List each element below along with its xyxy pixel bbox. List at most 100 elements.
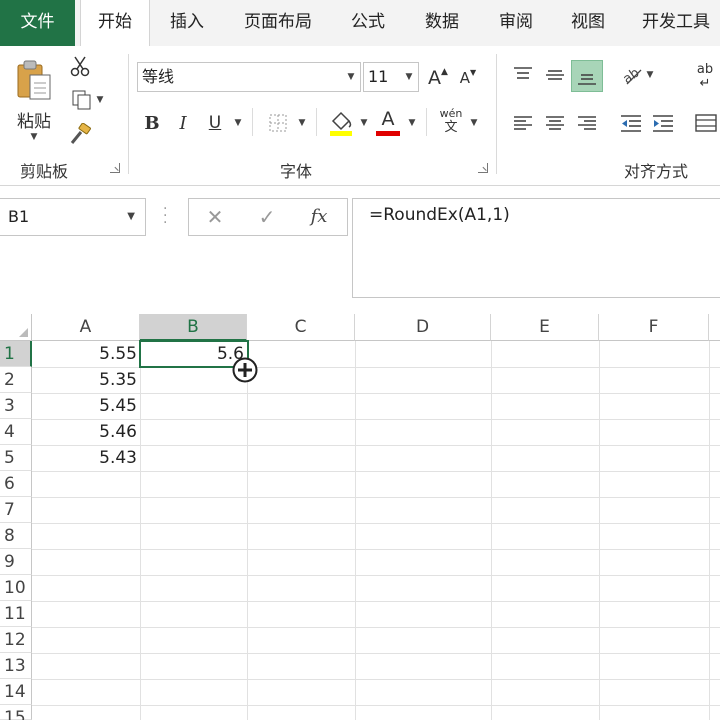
cell-a5[interactable]: 5.43 [32, 445, 140, 471]
increase-indent-icon [653, 115, 673, 132]
copy-button[interactable]: ▼ [64, 86, 110, 114]
format-painter-icon [70, 123, 91, 144]
increase-indent-button[interactable] [648, 108, 678, 138]
column-header-c[interactable]: C [247, 314, 355, 341]
phonetic-dropdown-icon[interactable]: ▼ [468, 108, 480, 138]
row-header-5[interactable]: 5 [0, 445, 32, 471]
clipboard-group-label: 剪贴板 [20, 162, 69, 181]
wrap-arrow-icon: ↵ [699, 76, 711, 91]
worksheet-grid: A B C D E F 1 2 3 4 5 6 7 8 9 10 11 12 1… [0, 314, 720, 720]
chevron-down-icon: ▼ [405, 72, 413, 82]
wrap-text-button[interactable]: ab ↵ [690, 60, 720, 94]
column-header-a[interactable]: A [32, 314, 140, 341]
font-size-value: 11 [368, 67, 389, 86]
paste-icon [17, 60, 51, 99]
phonetic-guide-button[interactable]: wén 文 [436, 104, 466, 140]
cancel-icon[interactable]: ✕ [197, 199, 233, 235]
gridline [32, 705, 720, 706]
row-header-8[interactable]: 8 [0, 523, 32, 549]
tab-view[interactable]: 视图 [558, 0, 618, 46]
name-box[interactable]: B1 ▼ [0, 198, 146, 236]
tab-insert[interactable]: 插入 [155, 0, 219, 46]
row-header-1[interactable]: 1 [0, 341, 32, 367]
clipboard-launcher-icon[interactable] [110, 163, 120, 173]
select-all-button[interactable] [0, 314, 32, 341]
tab-developer[interactable]: 开发工具 [632, 0, 720, 46]
font-color-dropdown-icon[interactable]: ▼ [406, 108, 418, 138]
bottom-align-button[interactable] [571, 60, 603, 92]
borders-button[interactable] [266, 108, 290, 138]
ribbon-tab-bar: 文件 开始 插入 页面布局 公式 数据 审阅 视图 开发工具 [0, 0, 720, 47]
tab-review[interactable]: 审阅 [486, 0, 546, 46]
decrease-font-button[interactable]: A ▼ [456, 64, 480, 92]
row-header-12[interactable]: 12 [0, 627, 32, 653]
font-group-label: 字体 [280, 162, 313, 181]
bold-button[interactable]: B [141, 108, 163, 138]
paste-button[interactable]: 粘贴 ▼ [10, 56, 58, 144]
column-header-g[interactable] [709, 314, 720, 341]
column-header-b[interactable]: B [140, 314, 247, 341]
merge-center-button[interactable] [692, 108, 720, 138]
italic-button[interactable]: I [172, 108, 194, 138]
borders-dropdown-icon[interactable]: ▼ [296, 108, 308, 138]
row-header-9[interactable]: 9 [0, 549, 32, 575]
row-header-13[interactable]: 13 [0, 653, 32, 679]
tab-formulas[interactable]: 公式 [338, 0, 398, 46]
column-header-d[interactable]: D [355, 314, 491, 341]
drag-handle-icon[interactable]: · · · [163, 202, 167, 230]
align-right-button[interactable] [572, 108, 602, 138]
row-header-7[interactable]: 7 [0, 497, 32, 523]
tab-home[interactable]: 开始 [80, 0, 150, 47]
align-center-icon [546, 116, 564, 130]
row-header-3[interactable]: 3 [0, 393, 32, 419]
tab-page-layout[interactable]: 页面布局 [232, 0, 324, 46]
row-header-14[interactable]: 14 [0, 679, 32, 705]
tab-data[interactable]: 数据 [412, 0, 472, 46]
border-icon [269, 114, 287, 132]
cell-a3[interactable]: 5.45 [32, 393, 140, 419]
cell-a1[interactable]: 5.55 [32, 341, 140, 367]
column-header-e[interactable]: E [491, 314, 599, 341]
cell-a4[interactable]: 5.46 [32, 419, 140, 445]
format-painter-button[interactable] [66, 120, 94, 148]
middle-align-button[interactable] [540, 60, 570, 90]
formula-input[interactable]: =RoundEx(A1,1) [352, 198, 720, 298]
font-size-select[interactable]: 11 ▼ [363, 62, 419, 92]
gridline [32, 575, 720, 576]
font-color-button[interactable]: A [374, 104, 402, 140]
column-header-f[interactable]: F [599, 314, 709, 341]
font-launcher-icon[interactable] [478, 163, 488, 173]
underline-dropdown-icon[interactable]: ▼ [232, 108, 244, 138]
underline-button[interactable]: U [204, 108, 226, 138]
copy-dropdown-icon[interactable]: ▼ [97, 95, 104, 105]
row-header-4[interactable]: 4 [0, 419, 32, 445]
gridline [32, 471, 720, 472]
gridline [599, 341, 600, 720]
cut-button[interactable] [66, 52, 94, 80]
top-align-button[interactable] [508, 60, 538, 90]
row-header-15[interactable]: 15 [0, 705, 32, 720]
divider [252, 108, 253, 136]
row-header-11[interactable]: 11 [0, 601, 32, 627]
row-header-6[interactable]: 6 [0, 471, 32, 497]
paste-dropdown-icon[interactable]: ▼ [31, 132, 38, 142]
align-center-button[interactable] [540, 108, 570, 138]
cell-a2[interactable]: 5.35 [32, 367, 140, 393]
row-header-10[interactable]: 10 [0, 575, 32, 601]
enter-icon[interactable]: ✓ [249, 199, 285, 235]
increase-font-button[interactable]: A ▲ [426, 64, 450, 92]
divider [426, 108, 427, 136]
grow-font-icon: A [428, 67, 442, 89]
decrease-indent-button[interactable] [616, 108, 646, 138]
align-left-button[interactable] [508, 108, 538, 138]
group-divider [128, 54, 129, 174]
chevron-down-icon[interactable]: ▼ [127, 199, 135, 235]
orientation-button[interactable]: ab ▼ [616, 60, 658, 90]
tab-file[interactable]: 文件 [0, 0, 75, 46]
gridline [32, 497, 720, 498]
insert-function-icon[interactable]: fx [301, 199, 337, 235]
font-name-select[interactable]: 等线 ▼ [137, 62, 361, 92]
fill-color-button[interactable] [326, 106, 356, 140]
row-header-2[interactable]: 2 [0, 367, 32, 393]
fill-color-dropdown-icon[interactable]: ▼ [358, 108, 370, 138]
